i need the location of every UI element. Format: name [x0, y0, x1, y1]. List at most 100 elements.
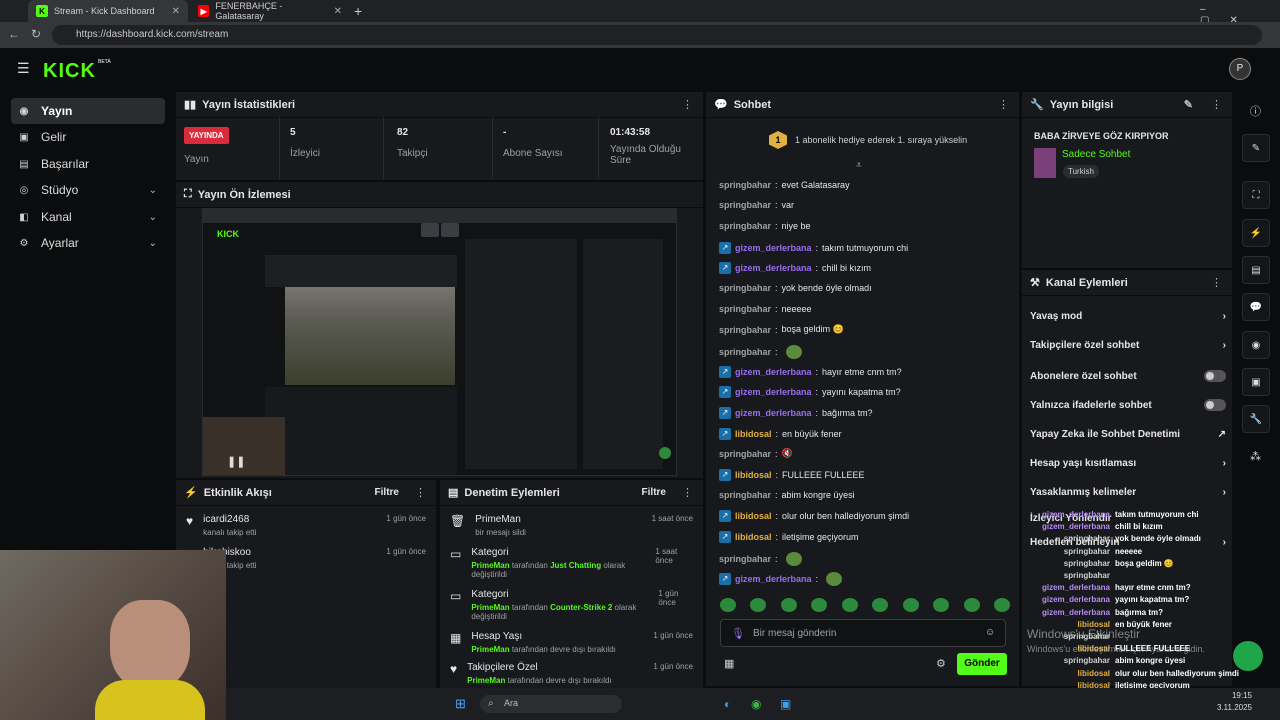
avatar[interactable]: P [1229, 58, 1251, 80]
sidebar-item-basarilar[interactable]: ▤ Başarılar [11, 151, 165, 177]
chat-username[interactable]: springbahar [719, 554, 771, 564]
chat-username[interactable]: springbahar [719, 325, 771, 335]
filter-button[interactable]: Filtre [642, 487, 666, 498]
chat-username[interactable]: libidosal [735, 532, 772, 542]
url-input[interactable]: https://dashboard.kick.com/stream [52, 25, 1262, 45]
back-icon[interactable]: ← [8, 27, 20, 41]
chat-username[interactable]: springbahar [719, 304, 771, 314]
emote-icon[interactable] [841, 598, 858, 612]
emote-icon[interactable] [933, 598, 950, 612]
edit-stream-icon[interactable]: ✎ [1242, 134, 1270, 162]
pause-icon[interactable]: ❚❚ [227, 455, 245, 468]
action-banned-words[interactable]: Yasaklanmış kelimeler › [1030, 487, 1226, 498]
kick-logo[interactable]: KICK [43, 60, 96, 83]
preview-toggle-icon[interactable]: ⛶ [1242, 181, 1270, 209]
more-menu-icon[interactable]: ⋮ [682, 98, 693, 111]
chat-username[interactable]: gizem_derlerbana [735, 263, 812, 273]
chat-toggle-icon[interactable]: 💬 [1242, 293, 1270, 321]
chat-username[interactable]: springbahar [719, 283, 771, 293]
gift-promo-text[interactable]: 1 abonelik hediye ederek 1. sıraya yükse… [795, 135, 967, 145]
action-emotes-only[interactable]: Yalnızca ifadelerle sohbet [1030, 399, 1226, 411]
emote-icon[interactable] [811, 598, 828, 612]
hamburger-menu-icon[interactable]: ☰ [17, 60, 30, 77]
store-icon[interactable]: ▣ [780, 697, 791, 711]
emote-icon[interactable] [780, 598, 797, 612]
moderation-toggle-icon[interactable]: ▤ [1242, 256, 1270, 284]
more-menu-icon[interactable]: ⋮ [1211, 98, 1222, 111]
chat-username[interactable]: springbahar [719, 490, 771, 500]
browser-tab-kick[interactable]: K Stream - Kick Dashboard ✕ [28, 0, 188, 22]
browser-tab-youtube[interactable]: ▶ FENERBAHÇE - Galatasaray ✕ [190, 0, 350, 22]
edit-icon[interactable]: ✎ [1184, 98, 1193, 111]
taskbar-search[interactable]: Ara [480, 695, 622, 713]
close-tab-icon[interactable]: ✕ [172, 6, 180, 17]
fullscreen-icon[interactable] [441, 223, 459, 237]
microphone-icon[interactable]: 🎙 [731, 627, 745, 640]
category-link[interactable]: Sadece Sohbet [1062, 149, 1130, 160]
action-ai-moderation[interactable]: Yapay Zeka ile Sohbet Denetimi ↗ [1030, 429, 1226, 440]
subscribers-only-toggle[interactable] [1204, 370, 1226, 382]
emote-icon[interactable] [750, 598, 767, 612]
collapse-icon[interactable]: ⩡ [856, 160, 862, 171]
more-menu-icon[interactable]: ⋮ [682, 486, 693, 499]
layout-toggle-icon[interactable]: ▣ [1242, 368, 1270, 396]
action-account-age[interactable]: Hesap yaşı kısıtlaması › [1030, 458, 1226, 469]
new-tab-icon[interactable]: + [354, 3, 362, 19]
emote-icon[interactable] [993, 598, 1010, 612]
emotes-only-toggle[interactable] [1204, 399, 1226, 411]
chat-input[interactable]: 🎙 Bir mesaj gönderin ☺ [720, 619, 1006, 647]
emote-icon[interactable] [963, 598, 980, 612]
chat-username[interactable]: gizem_derlerbana [735, 243, 812, 253]
sidebar-item-yayin[interactable]: ◉ Yayın [11, 98, 165, 124]
widgets-icon[interactable]: ⁂ [1250, 450, 1261, 463]
close-tab-icon[interactable]: ✕ [334, 6, 342, 17]
lightning-icon[interactable]: ⚡ [1242, 219, 1270, 247]
emote-icon[interactable] [872, 598, 889, 612]
windows-start-icon[interactable]: ⊞ [455, 696, 466, 712]
app-icon[interactable]: ◉ [751, 697, 761, 711]
windows-activation-title: Windows'u Etkinleştir [1027, 627, 1140, 641]
calendar-icon[interactable]: ▦ [724, 657, 734, 670]
edge-icon[interactable]: ◐ [724, 697, 731, 711]
sidebar-item-ayarlar[interactable]: ⚙ Ayarlar ⌄ [11, 230, 165, 256]
chat-username[interactable]: springbahar [719, 347, 771, 357]
panel-title: Yayın bilgisi [1049, 98, 1114, 111]
overlay-text: takım tutmuyorum chi [1115, 510, 1199, 519]
popout-icon[interactable] [421, 223, 439, 237]
more-menu-icon[interactable]: ⋮ [415, 486, 426, 499]
emote-icon[interactable] [902, 598, 919, 612]
action-label: Yavaş mod [1030, 311, 1083, 322]
action-slow-mode[interactable]: Yavaş mod › [1030, 311, 1226, 322]
sidebar-item-gelir[interactable]: ▣ Gelir [11, 124, 165, 150]
preview-video[interactable]: KICK ❚❚ [202, 208, 677, 476]
sidebar-item-studyo[interactable]: ◎ Stüdyo ⌄ [11, 177, 165, 203]
chat-username[interactable]: libidosal [735, 470, 772, 480]
chat-username[interactable]: gizem_derlerbana [735, 367, 812, 377]
kick-favicon-icon: K [36, 5, 48, 17]
emote-icon[interactable] [720, 598, 736, 612]
chat-username[interactable]: springbahar [719, 180, 771, 190]
info-icon[interactable]: ⓘ [1250, 103, 1261, 119]
chat-username[interactable]: springbahar [719, 221, 771, 231]
refresh-icon[interactable]: ↻ [31, 27, 41, 41]
chat-text: chill bi kızım [822, 263, 872, 273]
send-button[interactable]: Gönder [957, 653, 1007, 675]
chat-username[interactable]: gizem_derlerbana [735, 408, 812, 418]
gear-icon[interactable]: ⚙ [936, 657, 946, 670]
emoji-icon[interactable]: ☺ [985, 627, 995, 638]
chat-username[interactable]: libidosal [735, 511, 772, 521]
chat-username[interactable]: springbahar [719, 200, 771, 210]
filter-button[interactable]: Filtre [375, 487, 399, 498]
more-menu-icon[interactable]: ⋮ [1211, 276, 1222, 289]
chat-username[interactable]: springbahar [719, 449, 771, 459]
sidebar-item-kanal[interactable]: ◧ Kanal ⌄ [11, 204, 165, 230]
tools-toggle-icon[interactable]: 🔧 [1242, 405, 1270, 433]
chat-username[interactable]: libidosal [735, 429, 772, 439]
more-menu-icon[interactable]: ⋮ [998, 98, 1009, 111]
support-chat-button[interactable] [1233, 641, 1263, 671]
chat-username[interactable]: gizem_derlerbana [735, 574, 812, 584]
chat-username[interactable]: gizem_derlerbana [735, 387, 812, 397]
action-followers-only[interactable]: Takipçilere özel sohbet › [1030, 340, 1226, 351]
action-subscribers-only[interactable]: Abonelere özel sohbet [1030, 370, 1226, 382]
broadcast-toggle-icon[interactable]: ◉ [1242, 331, 1270, 359]
